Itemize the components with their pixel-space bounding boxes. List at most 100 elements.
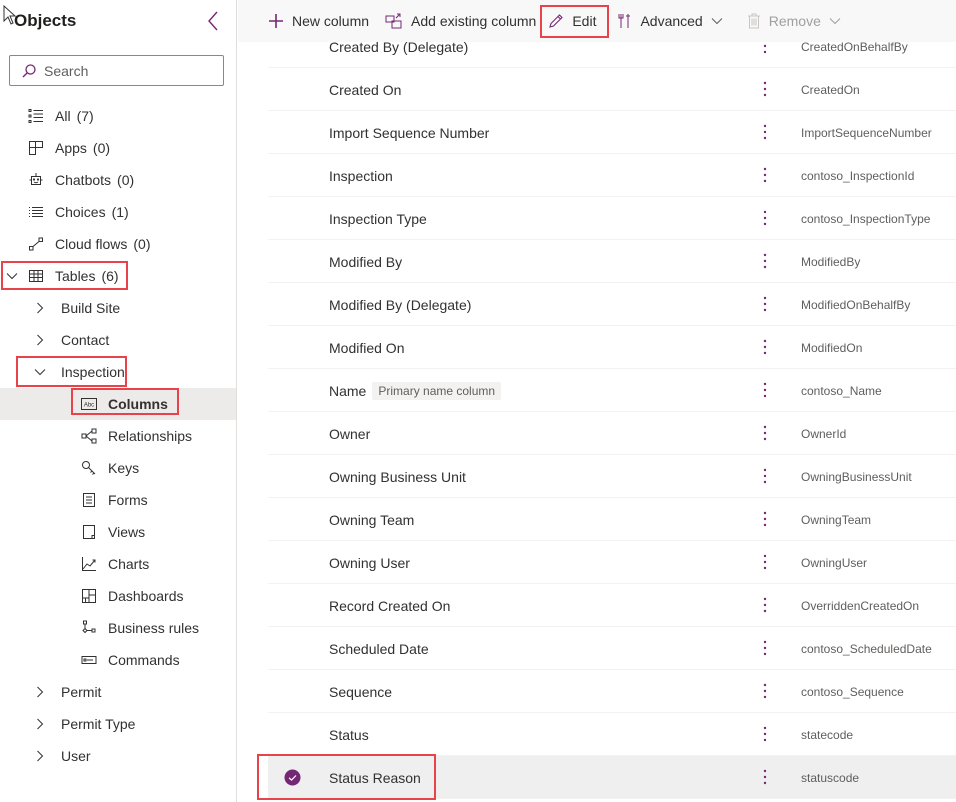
sidebar-sub-charts[interactable]: Charts	[80, 548, 149, 580]
chevron-down-icon	[711, 18, 723, 25]
edit-button[interactable]: Edit	[548, 13, 596, 29]
sidebar-sub-columns[interactable]: Abc Columns	[0, 388, 236, 420]
objects-sidebar: Objects All(7) Apps(0) Chatbots(0) Choic…	[0, 0, 237, 802]
sidebar-sub-dashboards[interactable]: Dashboards	[80, 580, 184, 612]
table-row[interactable]: Owning User OwningUser	[268, 541, 956, 584]
sidebar-table-user[interactable]: User	[33, 740, 91, 772]
more-options-icon[interactable]	[758, 423, 772, 443]
add-existing-icon	[385, 13, 402, 29]
more-options-icon[interactable]	[758, 681, 772, 701]
column-display-name: Sequence	[329, 683, 393, 700]
choices-icon	[27, 203, 45, 221]
table-row[interactable]: Import Sequence Number ImportSequenceNumb…	[268, 111, 956, 154]
sidebar-item-all[interactable]: All (7)	[27, 100, 94, 132]
more-options-icon[interactable]	[758, 724, 772, 744]
sidebar-table-permit[interactable]: Permit	[33, 676, 101, 708]
column-logical-name: OwningUser	[801, 555, 868, 570]
chevron-right-icon[interactable]	[33, 301, 47, 315]
add-existing-column-button[interactable]: Add existing column	[385, 13, 536, 29]
more-options-icon[interactable]	[758, 509, 772, 529]
list-icon	[27, 107, 45, 125]
sidebar-item-apps[interactable]: Apps (0)	[27, 132, 110, 164]
sidebar-title: Objects	[14, 11, 77, 30]
sidebar-table-inspection[interactable]: Inspection	[33, 356, 125, 388]
chevron-right-icon[interactable]	[33, 749, 47, 763]
column-display-name: Modified By	[329, 253, 403, 270]
table-row[interactable]: Sequence contoso_Sequence	[268, 670, 956, 713]
remove-button[interactable]: Remove	[747, 13, 849, 29]
sidebar-sub-views[interactable]: Views	[80, 516, 145, 548]
table-row[interactable]: Owning Team OwningTeam	[268, 498, 956, 541]
table-row[interactable]: Modified On ModifiedOn	[268, 326, 956, 369]
table-row[interactable]: Status Reason statuscode	[268, 756, 956, 799]
svg-text:Abc: Abc	[84, 403, 94, 409]
chevron-right-icon[interactable]	[33, 717, 47, 731]
more-options-icon[interactable]	[758, 595, 772, 615]
table-row[interactable]: Owner OwnerId	[268, 412, 956, 455]
checkmark-circle-icon[interactable]	[284, 769, 301, 786]
pencil-icon	[549, 14, 564, 28]
more-options-icon[interactable]	[758, 638, 772, 658]
sidebar-table-contact[interactable]: Contact	[33, 324, 109, 356]
table-row[interactable]: Name Primary name column contoso_Name	[268, 369, 956, 412]
table-row[interactable]: Record Created On OverriddenCreatedOn	[268, 584, 956, 627]
table-row[interactable]: Inspection Type contoso_InspectionType	[268, 197, 956, 240]
search-icon	[22, 63, 36, 77]
column-logical-name: ModifiedOnBehalfBy	[801, 297, 911, 312]
more-options-icon[interactable]	[758, 294, 772, 314]
relationships-icon	[80, 427, 98, 445]
more-options-icon[interactable]	[758, 79, 772, 99]
sidebar-sub-relationships[interactable]: Relationships	[80, 420, 192, 452]
more-options-icon[interactable]	[758, 466, 772, 486]
table-icon	[27, 267, 45, 285]
chevron-right-icon[interactable]	[33, 333, 47, 347]
chevron-down-icon	[829, 18, 841, 25]
chevron-down-icon[interactable]	[33, 365, 47, 379]
sidebar-sub-forms[interactable]: Forms	[80, 484, 148, 516]
sidebar-item-choices[interactable]: Choices (1)	[27, 196, 129, 228]
sidebar-item-tables[interactable]: Tables (6)	[5, 260, 119, 292]
apps-icon	[27, 139, 45, 157]
table-row[interactable]: Status statecode	[268, 713, 956, 756]
dashboard-icon	[80, 587, 98, 605]
collapse-chevron-icon[interactable]	[205, 10, 221, 32]
table-row[interactable]: Modified By (Delegate) ModifiedOnBehalfBy	[268, 283, 956, 326]
table-row[interactable]: Created On CreatedOn	[268, 68, 956, 111]
command-icon	[80, 651, 98, 669]
column-display-name: Owner	[329, 425, 371, 442]
more-options-icon[interactable]	[758, 767, 772, 787]
search-input[interactable]	[44, 62, 214, 79]
more-options-icon[interactable]	[758, 337, 772, 357]
more-options-icon[interactable]	[758, 122, 772, 142]
new-column-button[interactable]: New column	[268, 13, 369, 29]
column-display-name: Inspection Type	[329, 210, 427, 227]
column-logical-name: contoso_Sequence	[801, 684, 904, 699]
sidebar-item-chatbots[interactable]: Chatbots (0)	[27, 164, 134, 196]
sidebar-sub-keys[interactable]: Keys	[80, 452, 139, 484]
more-options-icon[interactable]	[758, 208, 772, 228]
more-options-icon[interactable]	[758, 552, 772, 572]
trash-icon	[747, 13, 760, 29]
chevron-right-icon[interactable]	[33, 685, 47, 699]
table-row[interactable]: Owning Business Unit OwningBusinessUnit	[268, 455, 956, 498]
sidebar-sub-business-rules[interactable]: Business rules	[80, 612, 199, 644]
column-logical-name: ImportSequenceNumber	[801, 125, 932, 140]
column-logical-name: statuscode	[801, 770, 860, 785]
more-options-icon[interactable]	[758, 380, 772, 400]
table-row[interactable]: Inspection contoso_InspectionId	[268, 154, 956, 197]
key-icon	[80, 459, 98, 477]
table-row[interactable]: Modified By ModifiedBy	[268, 240, 956, 283]
sidebar-table-permit-type[interactable]: Permit Type	[33, 708, 135, 740]
sidebar-table-build-site[interactable]: Build Site	[33, 292, 120, 324]
sidebar-item-cloud-flows[interactable]: Cloud flows (0)	[27, 228, 151, 260]
more-options-icon[interactable]	[758, 251, 772, 271]
column-logical-name: statecode	[801, 727, 854, 742]
column-display-name: Inspection	[329, 167, 393, 184]
advanced-button[interactable]: Advanced	[618, 13, 730, 29]
sidebar-sub-commands[interactable]: Commands	[80, 644, 180, 676]
search-box[interactable]	[9, 55, 224, 86]
column-display-name: Scheduled Date	[329, 640, 429, 657]
table-row[interactable]: Scheduled Date contoso_ScheduledDate	[268, 627, 956, 670]
more-options-icon[interactable]	[758, 165, 772, 185]
chevron-down-icon[interactable]	[5, 269, 19, 283]
